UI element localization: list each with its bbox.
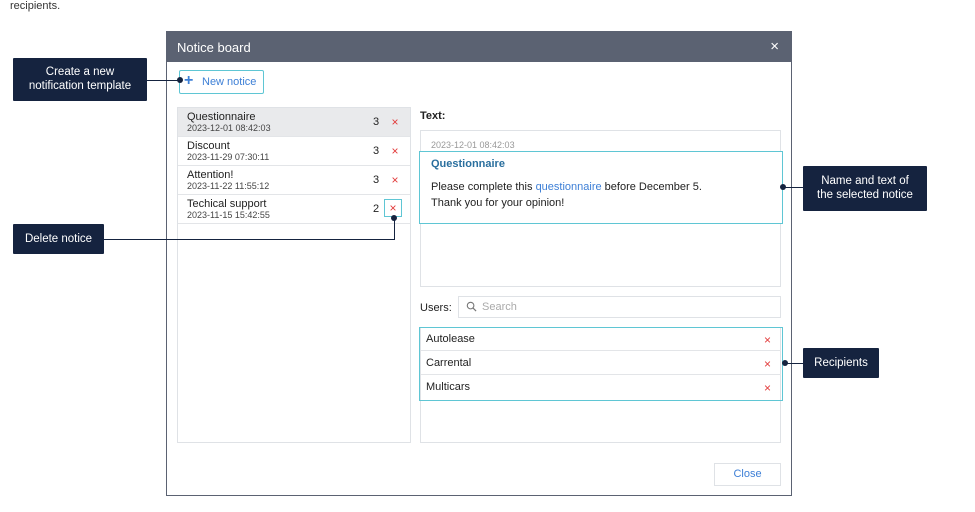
callout-text: Delete notice	[24, 233, 93, 245]
notice-date: 2023-11-22 11:55:12	[187, 181, 270, 191]
callout-dot	[782, 360, 788, 366]
message-text: Please complete this	[431, 181, 536, 193]
message-date: 2023-12-01 08:42:03	[431, 140, 515, 150]
callout-name-text: Name and text of the selected notice	[803, 166, 927, 211]
notice-board-dialog: Notice board × + New notice Questionnair…	[166, 31, 792, 496]
close-icon[interactable]: ×	[770, 38, 779, 55]
message-line1: Please complete this questionnaire befor…	[431, 181, 702, 193]
recipient-row: Multicars ×	[421, 376, 781, 399]
callout-line	[147, 80, 179, 81]
notice-item[interactable]: Attention! 2023-11-22 11:55:12 3 ×	[178, 166, 410, 195]
recipient-name: Autolease	[426, 333, 475, 345]
notice-recipient-count: 3	[373, 174, 380, 186]
dialog-title: Notice board	[177, 40, 251, 55]
close-button[interactable]: Close	[714, 463, 781, 486]
notice-item[interactable]: Discount 2023-11-29 07:30:11 3 ×	[178, 137, 410, 166]
callout-dot	[177, 77, 183, 83]
callout-line	[394, 218, 395, 240]
notice-item[interactable]: Questionnaire 2023-12-01 08:42:03 3 ×	[178, 108, 410, 137]
delete-x-icon[interactable]: ×	[764, 381, 771, 395]
notice-title: Questionnaire	[187, 111, 256, 123]
message-highlight: Questionnaire Please complete this quest…	[419, 151, 783, 224]
delete-x-icon[interactable]: ×	[764, 357, 771, 371]
notice-list: Questionnaire 2023-12-01 08:42:03 3 × Di…	[177, 107, 411, 443]
recipients-list: Autolease × Carrental × Multicars ×	[419, 327, 783, 443]
recipient-row: Carrental ×	[421, 352, 781, 375]
callout-create-template: Create a new notification template	[13, 58, 147, 101]
delete-x-icon[interactable]: ×	[387, 143, 403, 159]
callout-text: the selected notice	[817, 189, 913, 201]
callout-delete-notice: Delete notice	[13, 224, 104, 254]
notice-recipient-count: 3	[373, 145, 380, 157]
users-label: Users:	[420, 302, 452, 314]
recipient-name: Multicars	[426, 381, 471, 393]
callout-text: notification template	[28, 80, 132, 92]
delete-x-icon[interactable]: ×	[387, 114, 403, 130]
callout-text: Recipients	[814, 357, 868, 369]
notice-title: Techical support	[187, 198, 267, 210]
recipient-row: Autolease ×	[421, 328, 781, 351]
plus-icon: +	[184, 72, 194, 89]
message-line2: Thank you for your opinion!	[431, 197, 565, 209]
callout-text: Name and text of	[821, 175, 909, 187]
notice-text-area[interactable]: 2023-12-01 08:42:03 Questionnaire Please…	[419, 130, 783, 287]
callout-text: Create a new	[45, 66, 115, 78]
callout-line	[783, 187, 803, 188]
message-text: before December 5.	[601, 181, 702, 193]
notice-date: 2023-12-01 08:42:03	[187, 123, 271, 133]
notice-item[interactable]: Techical support 2023-11-15 15:42:55 2 ×	[178, 195, 410, 224]
page-intro-text: recipients.	[10, 0, 61, 12]
questionnaire-link[interactable]: questionnaire	[536, 181, 602, 193]
text-label: Text:	[420, 110, 446, 122]
notice-recipient-count: 3	[373, 116, 380, 128]
notice-title: Attention!	[187, 169, 234, 181]
new-notice-button[interactable]: + New notice	[179, 70, 264, 94]
callout-dot	[780, 184, 786, 190]
delete-x-icon[interactable]: ×	[764, 333, 771, 347]
callout-recipients: Recipients	[803, 348, 879, 378]
delete-x-icon[interactable]: ×	[387, 172, 403, 188]
recipient-name: Carrental	[426, 357, 472, 369]
notice-date: 2023-11-29 07:30:11	[187, 152, 270, 162]
notice-recipient-count: 2	[373, 203, 380, 215]
search-input[interactable]	[482, 300, 772, 314]
search-icon	[466, 301, 477, 312]
notice-title: Discount	[187, 140, 230, 152]
callout-dot	[391, 215, 397, 221]
dialog-header: Notice board ×	[167, 32, 791, 62]
notice-date: 2023-11-15 15:42:55	[187, 210, 270, 220]
new-notice-label: New notice	[202, 76, 257, 88]
message-title: Questionnaire	[431, 158, 505, 170]
callout-line	[104, 239, 394, 240]
user-search-box[interactable]	[458, 296, 781, 318]
